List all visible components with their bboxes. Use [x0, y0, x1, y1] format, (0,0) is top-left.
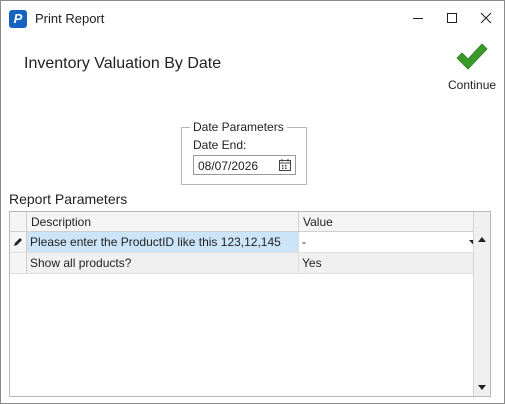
column-header-value[interactable]: Value	[303, 215, 333, 229]
report-parameters-grid: Description Value Please enter the Produ…	[9, 211, 491, 397]
table-row[interactable]: Please enter the ProductID like this 123…	[10, 232, 482, 253]
row-selector[interactable]	[10, 232, 27, 252]
vertical-scrollbar[interactable]	[473, 212, 490, 396]
maximize-button[interactable]	[437, 5, 467, 31]
parameter-description: Please enter the ProductID like this 123…	[27, 232, 298, 252]
parameter-description: Show all products?	[30, 256, 132, 270]
date-parameters-group: Date Parameters Date End: 08/07/2026	[181, 120, 307, 185]
minimize-icon	[413, 18, 423, 19]
report-parameters-label: Report Parameters	[9, 191, 128, 207]
parameter-value-dropdown[interactable]: -	[299, 232, 482, 252]
scroll-down-icon[interactable]	[478, 385, 486, 390]
continue-label: Continue	[448, 78, 497, 92]
window-title: Print Report	[35, 11, 105, 26]
calendar-icon[interactable]	[279, 159, 291, 171]
date-end-value: 08/07/2026	[198, 159, 259, 173]
close-button[interactable]	[471, 5, 501, 31]
print-report-dialog: P Print Report Inventory Valuation By Da…	[0, 0, 505, 404]
continue-button[interactable]: Continue	[446, 39, 500, 95]
edit-pencil-icon	[14, 238, 22, 246]
report-title: Inventory Valuation By Date	[24, 55, 222, 72]
row-selector[interactable]	[10, 253, 27, 273]
date-end-label: Date End:	[193, 138, 247, 152]
grid-header: Description Value	[10, 212, 482, 232]
column-header-description[interactable]: Description	[31, 215, 91, 229]
title-bar: P Print Report	[1, 1, 504, 35]
checkmark-icon	[456, 43, 488, 70]
app-logo-icon: P	[9, 10, 27, 28]
maximize-icon	[447, 13, 457, 23]
date-parameters-legend: Date Parameters	[190, 120, 287, 134]
date-end-field[interactable]: 08/07/2026	[193, 155, 296, 175]
close-icon	[480, 12, 492, 24]
parameter-value[interactable]: Yes	[299, 253, 482, 273]
table-row[interactable]: Show all products? Yes	[10, 253, 482, 274]
parameter-value: -	[302, 235, 306, 249]
column-separator	[298, 212, 299, 231]
scroll-up-icon[interactable]	[478, 237, 486, 242]
row-selector-header	[10, 212, 27, 231]
minimize-button[interactable]	[403, 5, 433, 31]
